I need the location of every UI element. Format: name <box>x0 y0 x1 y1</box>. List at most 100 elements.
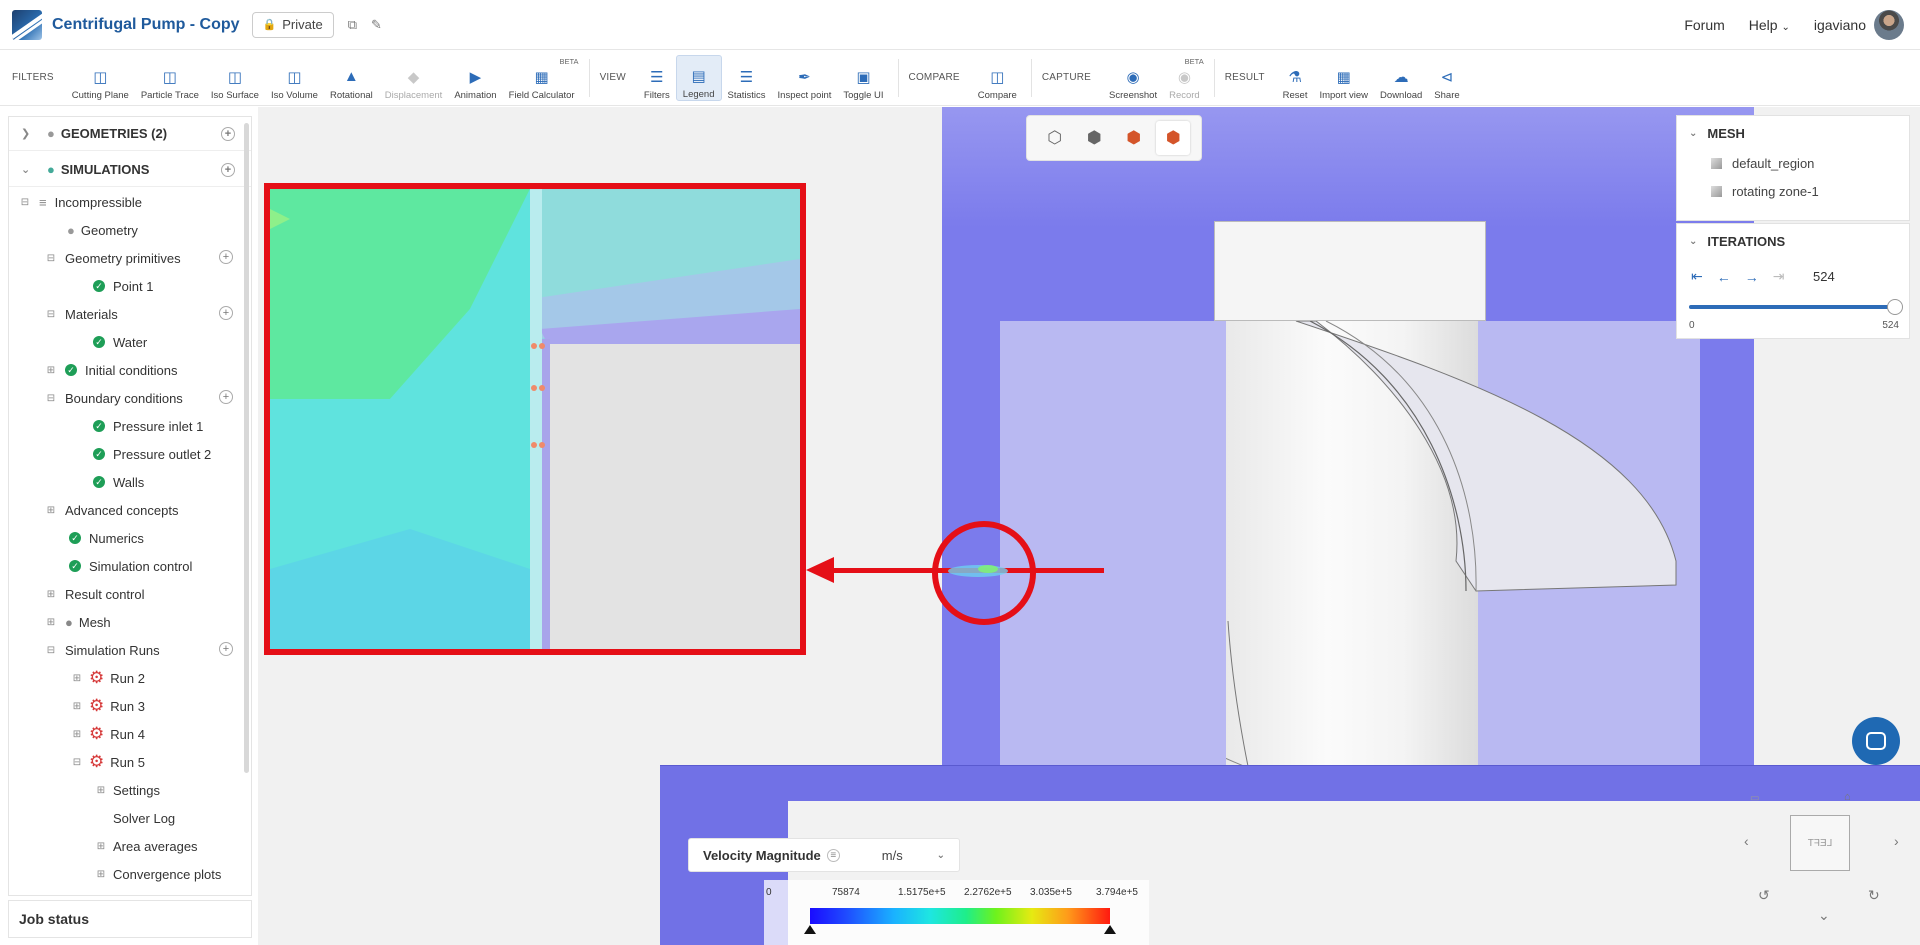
field-calculator-button[interactable]: BETA ▦ Field Calculator <box>503 55 581 101</box>
collapse-icon[interactable]: ⊟ <box>45 253 57 264</box>
add-simulation-icon[interactable]: + <box>221 162 235 177</box>
compare-button[interactable]: ◫ Compare <box>972 55 1023 101</box>
tree-item-convergence-plots[interactable]: ⊞ Convergence plots <box>95 862 222 886</box>
animation-button[interactable]: ▶ Animation <box>448 55 502 101</box>
share-button[interactable]: ⊲ Share <box>1428 55 1465 101</box>
rotate-cw-icon[interactable]: ↻ <box>1868 887 1880 904</box>
user-name[interactable]: igaviano <box>1814 17 1866 33</box>
expand-icon[interactable]: ⊞ <box>45 589 57 600</box>
reset-button[interactable]: ⚗ Reset <box>1277 55 1314 101</box>
avatar[interactable] <box>1874 10 1904 40</box>
previous-iteration-icon[interactable]: ← <box>1717 269 1731 285</box>
support-chat-button[interactable] <box>1852 717 1900 765</box>
tree-item-run-2[interactable]: ⊞ ⚙ Run 2 <box>71 666 145 690</box>
download-button[interactable]: ☁ Download <box>1374 55 1428 101</box>
expand-icon[interactable]: ⊞ <box>45 505 57 516</box>
tree-item-numerics[interactable]: ✓ Numerics <box>69 526 144 550</box>
surface-edges-view-icon[interactable]: ⬢ <box>1156 121 1191 155</box>
tree-item-settings[interactable]: ⊞ Settings <box>95 778 160 802</box>
expand-icon[interactable]: ⊞ <box>45 617 57 628</box>
tree-item-result-control[interactable]: ⊞ Result control <box>45 582 145 606</box>
screenshot-button[interactable]: ◉ Screenshot <box>1103 55 1163 101</box>
tree-item-pressure-inlet-1[interactable]: ✓ Pressure inlet 1 <box>93 414 203 438</box>
collapse-icon[interactable]: ⊟ <box>19 197 31 208</box>
tree-item-mesh[interactable]: ⊞ ● Mesh <box>45 610 111 634</box>
copy-icon[interactable]: ⧉ <box>348 17 357 33</box>
displacement-button[interactable]: ◆ Displacement <box>379 55 449 101</box>
iteration-value[interactable]: 524 <box>1813 269 1835 284</box>
wireframe-view-icon[interactable]: ⬡ <box>1038 121 1072 155</box>
iteration-slider-handle[interactable] <box>1887 299 1903 315</box>
surface-view-icon[interactable]: ⬢ <box>1117 121 1151 155</box>
collapse-icon[interactable]: ⊟ <box>45 309 57 320</box>
add-geometry-icon[interactable]: + <box>221 126 235 141</box>
add-primitive-icon[interactable]: + <box>219 250 233 264</box>
legend-button[interactable]: ▤ Legend <box>675 54 722 101</box>
tree-item-run-5[interactable]: ⊟ ⚙ Run 5 <box>71 750 145 774</box>
project-title[interactable]: Centrifugal Pump - Copy <box>52 16 240 34</box>
mesh-region-item[interactable]: default_region <box>1711 156 1814 171</box>
import-view-button[interactable]: ▦ Import view <box>1313 55 1374 101</box>
colorbar-max-handle[interactable] <box>1104 925 1116 934</box>
expand-icon[interactable]: ⊞ <box>95 869 107 880</box>
iteration-slider[interactable] <box>1689 299 1903 315</box>
3d-viewport[interactable]: ⬡ ⬢ ⬢ ⬢ ⌄ MESH default_region rotating z… <box>258 107 1920 945</box>
solid-view-icon[interactable]: ⬢ <box>1077 121 1111 155</box>
filters-button[interactable]: ☰ Filters <box>638 55 676 101</box>
add-run-icon[interactable]: + <box>219 642 233 656</box>
mesh-panel-header[interactable]: ⌄ MESH <box>1689 126 1745 141</box>
record-button[interactable]: BETA ◉ Record <box>1163 55 1206 101</box>
tree-item-incompressible[interactable]: ⊟ ≡ Incompressible <box>19 190 142 214</box>
legend-field-selector[interactable]: Velocity Magnitude ≡ m/s ⌄ <box>688 838 960 872</box>
forum-link[interactable]: Forum <box>1684 17 1724 33</box>
simscale-logo-icon[interactable] <box>12 9 42 40</box>
add-material-icon[interactable]: + <box>219 306 233 320</box>
tree-item-water[interactable]: ✓ Water <box>93 330 147 354</box>
statistics-button[interactable]: ☰ Statistics <box>722 55 772 101</box>
info-icon[interactable]: ≡ <box>826 848 840 862</box>
collapse-icon[interactable]: ⊟ <box>45 393 57 404</box>
orthographic-toggle-icon[interactable]: ▭ <box>1750 793 1759 804</box>
tree-item-point-1[interactable]: ✓ Point 1 <box>93 274 153 298</box>
tree-item-walls[interactable]: ✓ Walls <box>93 470 144 494</box>
last-iteration-icon[interactable]: ⇥ <box>1773 268 1785 285</box>
chevron-down-icon[interactable]: ⌄ <box>937 850 945 861</box>
rotational-button[interactable]: ▲ Rotational <box>324 55 379 101</box>
toggle-ui-button[interactable]: ▣ Toggle UI <box>837 55 889 101</box>
inspect-point-button[interactable]: ✒ Inspect point <box>772 55 838 101</box>
job-status-panel[interactable]: Job status <box>8 900 252 938</box>
rotate-left-arrow-icon[interactable]: ‹ <box>1744 833 1749 849</box>
tree-item-advanced-concepts[interactable]: ⊞ Advanced concepts <box>45 498 179 522</box>
tree-item-geometry-primitives[interactable]: ⊟ Geometry primitives <box>45 246 181 270</box>
tree-item-run-4[interactable]: ⊞ ⚙ Run 4 <box>71 722 145 746</box>
tree-item-pressure-outlet-2[interactable]: ✓ Pressure outlet 2 <box>93 442 211 466</box>
navigation-cube[interactable]: LEFT <box>1790 815 1850 871</box>
tree-item-simulation-runs[interactable]: ⊟ Simulation Runs <box>45 638 160 662</box>
mesh-region-item[interactable]: rotating zone-1 <box>1711 184 1819 199</box>
rotate-down-arrow-icon[interactable]: ⌄ <box>1818 907 1830 924</box>
tree-item-solver-log[interactable]: Solver Log <box>113 806 175 830</box>
rotate-right-arrow-icon[interactable]: › <box>1894 833 1899 849</box>
tree-item-run-3[interactable]: ⊞ ⚙ Run 3 <box>71 694 145 718</box>
tree-item-materials[interactable]: ⊟ Materials <box>45 302 118 326</box>
collapse-icon[interactable]: ⊟ <box>45 645 57 656</box>
iso-surface-button[interactable]: ◫ Iso Surface <box>205 55 265 101</box>
tree-item-boundary-conditions[interactable]: ⊟ Boundary conditions <box>45 386 183 410</box>
colorbar-min-handle[interactable] <box>804 925 816 934</box>
expand-icon[interactable]: ⊞ <box>95 785 107 796</box>
expand-icon[interactable]: ⊞ <box>71 673 83 684</box>
legend-unit-label[interactable]: m/s <box>882 848 903 863</box>
sidebar-scrollbar[interactable] <box>244 123 249 773</box>
expand-icon[interactable]: ⊞ <box>71 729 83 740</box>
particle-trace-button[interactable]: ◫ Particle Trace <box>135 55 205 101</box>
home-view-icon[interactable]: ⌂ <box>1844 791 1851 803</box>
simulations-section[interactable]: ⌄ ● SIMULATIONS + <box>9 153 251 187</box>
cutting-plane-button[interactable]: ◫ Cutting Plane <box>66 55 135 101</box>
tree-item-geometry[interactable]: ● Geometry <box>67 218 138 242</box>
expand-icon[interactable]: ⊞ <box>45 365 57 376</box>
first-iteration-icon[interactable]: ⇤ <box>1691 268 1703 285</box>
privacy-button[interactable]: 🔒 Private <box>251 11 334 38</box>
collapse-icon[interactable]: ⊟ <box>71 757 83 768</box>
iterations-panel-header[interactable]: ⌄ ITERATIONS <box>1689 234 1785 249</box>
tree-item-area-averages[interactable]: ⊞ Area averages <box>95 834 198 858</box>
